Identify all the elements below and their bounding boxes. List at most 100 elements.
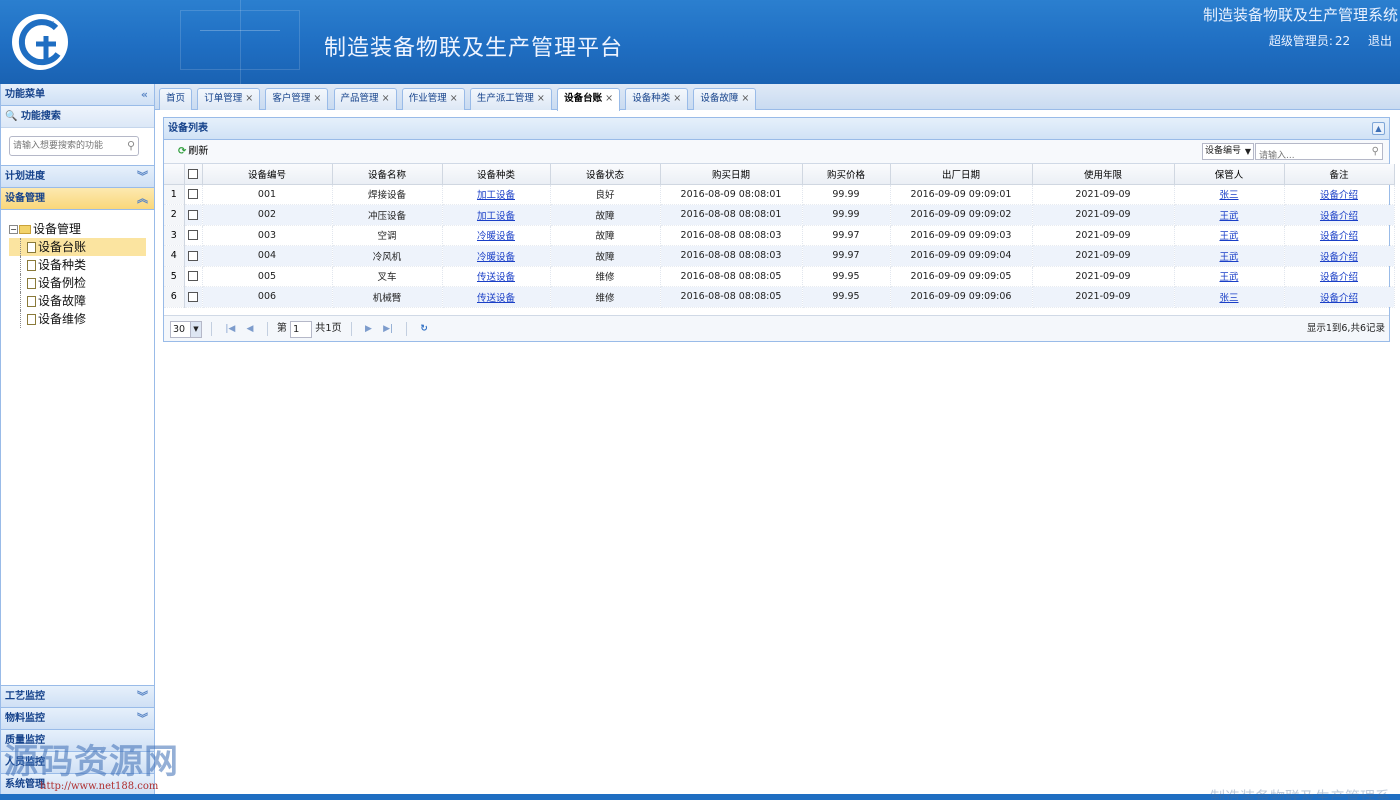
tab-equipment-types[interactable]: 设备种类 ×: [625, 88, 689, 110]
function-search-input[interactable]: [10, 137, 120, 155]
logout-link[interactable]: 退出: [1368, 34, 1392, 48]
link-kind[interactable]: 冷暖设备: [477, 231, 515, 242]
tab-home[interactable]: 首页: [159, 88, 193, 110]
tree-item-equipment-ledger[interactable]: 设备台账: [9, 238, 146, 256]
tab-label: 设备台账: [564, 93, 603, 104]
link-keeper[interactable]: 张三: [1219, 190, 1238, 201]
next-page-icon[interactable]: ▶: [365, 316, 372, 342]
tab-equipment-ledger[interactable]: 设备台账 ×: [557, 88, 621, 111]
sidebar-section-equipment[interactable]: 设备管理 ︽: [1, 188, 154, 210]
cell-keeper: 张三: [1174, 286, 1285, 308]
column-header[interactable]: 出厂日期: [890, 164, 1033, 185]
column-header[interactable]: 保管人: [1174, 164, 1285, 185]
collapse-sidebar-icon[interactable]: «: [141, 84, 148, 106]
column-header[interactable]: 使用年限: [1032, 164, 1175, 185]
page-number-input[interactable]: 1: [290, 320, 313, 338]
row-checkbox[interactable]: [188, 250, 198, 261]
refresh-button[interactable]: ⟳ 刷新: [178, 146, 208, 157]
document-icon: [27, 278, 36, 289]
close-icon[interactable]: ×: [673, 93, 681, 104]
page-size-select[interactable]: 30 ▼: [170, 320, 202, 338]
link-keeper[interactable]: 王武: [1219, 211, 1238, 222]
column-header[interactable]: 购买价格: [802, 164, 891, 185]
column-header[interactable]: 备注: [1284, 164, 1395, 185]
search-icon: 🔍: [5, 111, 18, 122]
tree-root-equipment[interactable]: − 设备管理: [9, 220, 154, 238]
tab-customer-management[interactable]: 客户管理 ×: [265, 88, 329, 110]
table-row[interactable]: 2 002 冲压设备 加工设备 故障 2016-08-08 08:08:01 99.99 20…: [164, 204, 1395, 226]
link-note[interactable]: 设备介绍: [1320, 190, 1358, 201]
select-all-checkbox[interactable]: [188, 168, 198, 179]
cell-name: 冲压设备: [332, 204, 443, 226]
tab-equipment-fault[interactable]: 设备故障 ×: [693, 88, 757, 110]
search-field-select[interactable]: 设备编号 ▼: [1202, 143, 1254, 160]
tab-product-management[interactable]: 产品管理 ×: [333, 88, 397, 110]
link-kind[interactable]: 冷暖设备: [477, 252, 515, 263]
sidebar-section-plan[interactable]: 计划进度 ︾: [1, 166, 154, 188]
tree-item-equipment-inspection[interactable]: 设备例检: [9, 274, 154, 292]
tab-job-management[interactable]: 作业管理 ×: [401, 88, 465, 110]
collapse-panel-icon[interactable]: ▲: [1372, 122, 1385, 135]
row-checkbox[interactable]: [188, 230, 198, 241]
close-icon[interactable]: ×: [245, 93, 253, 104]
search-icon[interactable]: ⚲: [1372, 144, 1379, 159]
cell-buy: 2016-08-08 08:08:05: [660, 266, 803, 287]
link-note[interactable]: 设备介绍: [1320, 293, 1358, 304]
row-checkbox[interactable]: [188, 271, 198, 282]
column-header[interactable]: 购买日期: [660, 164, 803, 185]
close-icon[interactable]: ×: [450, 93, 458, 104]
close-icon[interactable]: ×: [382, 93, 390, 104]
tree-item-label: 设备例检: [38, 276, 87, 290]
column-header[interactable]: 设备种类: [442, 164, 551, 185]
sidebar-section-material[interactable]: 物料监控 ︾: [1, 708, 154, 730]
table-row[interactable]: 4 004 冷风机 冷暖设备 故障 2016-08-08 08:08:03 99.97 201…: [164, 245, 1395, 267]
row-checkbox[interactable]: [188, 209, 198, 220]
table-row[interactable]: 3 003 空调 冷暖设备 故障 2016-08-08 08:08:03 99.97 2016…: [164, 225, 1395, 246]
tab-order-management[interactable]: 订单管理 ×: [197, 88, 261, 110]
link-kind[interactable]: 传送设备: [477, 272, 515, 283]
link-kind[interactable]: 传送设备: [477, 293, 515, 304]
tree-item-equipment-fault[interactable]: 设备故障: [9, 292, 154, 310]
close-icon[interactable]: ×: [605, 93, 613, 104]
row-checkbox[interactable]: [188, 189, 198, 200]
tree-item-equipment-repair[interactable]: 设备维修: [9, 310, 154, 328]
table-row[interactable]: 1 001 焊接设备 加工设备 良好 2016-08-09 08:08:01 99.99 20…: [164, 184, 1395, 205]
grid-search-input[interactable]: [1256, 148, 1366, 164]
link-note[interactable]: 设备介绍: [1320, 272, 1358, 283]
column-header[interactable]: 设备状态: [550, 164, 661, 185]
link-keeper[interactable]: 王武: [1219, 252, 1238, 263]
link-keeper[interactable]: 王武: [1219, 272, 1238, 283]
tree-item-equipment-types[interactable]: 设备种类: [9, 256, 154, 274]
close-icon[interactable]: ×: [537, 93, 545, 104]
link-kind[interactable]: 加工设备: [477, 211, 515, 222]
link-note[interactable]: 设备介绍: [1320, 211, 1358, 222]
column-header[interactable]: 设备名称: [332, 164, 443, 185]
link-kind[interactable]: 加工设备: [477, 190, 515, 201]
tree-line: [20, 292, 21, 310]
column-header[interactable]: 设备编号: [202, 164, 333, 185]
reload-icon[interactable]: ↻: [420, 316, 428, 342]
grid-search-box: ⚲: [1255, 143, 1383, 164]
link-keeper[interactable]: 王武: [1219, 231, 1238, 242]
row-checkbox[interactable]: [188, 291, 198, 302]
table-row[interactable]: 5 005 叉车 传送设备 维修 2016-08-08 08:08:05 99.95 2016…: [164, 266, 1395, 287]
table-row[interactable]: 6 006 机械臂 传送设备 维修 2016-08-08 08:08:05 99.95 201…: [164, 286, 1395, 308]
last-page-icon[interactable]: ▶|: [383, 316, 393, 342]
link-note[interactable]: 设备介绍: [1320, 252, 1358, 263]
prev-page-icon[interactable]: ◀: [247, 316, 254, 342]
cell-name: 冷风机: [332, 245, 443, 267]
close-icon[interactable]: ×: [313, 93, 321, 104]
link-keeper[interactable]: 张三: [1219, 293, 1238, 304]
magnifier-icon[interactable]: ⚲: [127, 139, 135, 152]
link-note[interactable]: 设备介绍: [1320, 231, 1358, 242]
function-search-header: 🔍 功能搜索: [1, 106, 154, 128]
platform-title: 制造装备物联及生产管理平台: [324, 36, 624, 61]
tree-line: [20, 310, 21, 328]
cell-kind: 传送设备: [442, 266, 551, 287]
first-page-icon[interactable]: |◀: [225, 316, 235, 342]
tab-dispatch-management[interactable]: 生产派工管理 ×: [469, 88, 552, 110]
close-icon[interactable]: ×: [741, 93, 749, 104]
sidebar-section-process[interactable]: 工艺监控 ︾: [1, 686, 154, 708]
tree-toggle-icon[interactable]: −: [9, 225, 18, 234]
pager-separator: [350, 322, 352, 336]
